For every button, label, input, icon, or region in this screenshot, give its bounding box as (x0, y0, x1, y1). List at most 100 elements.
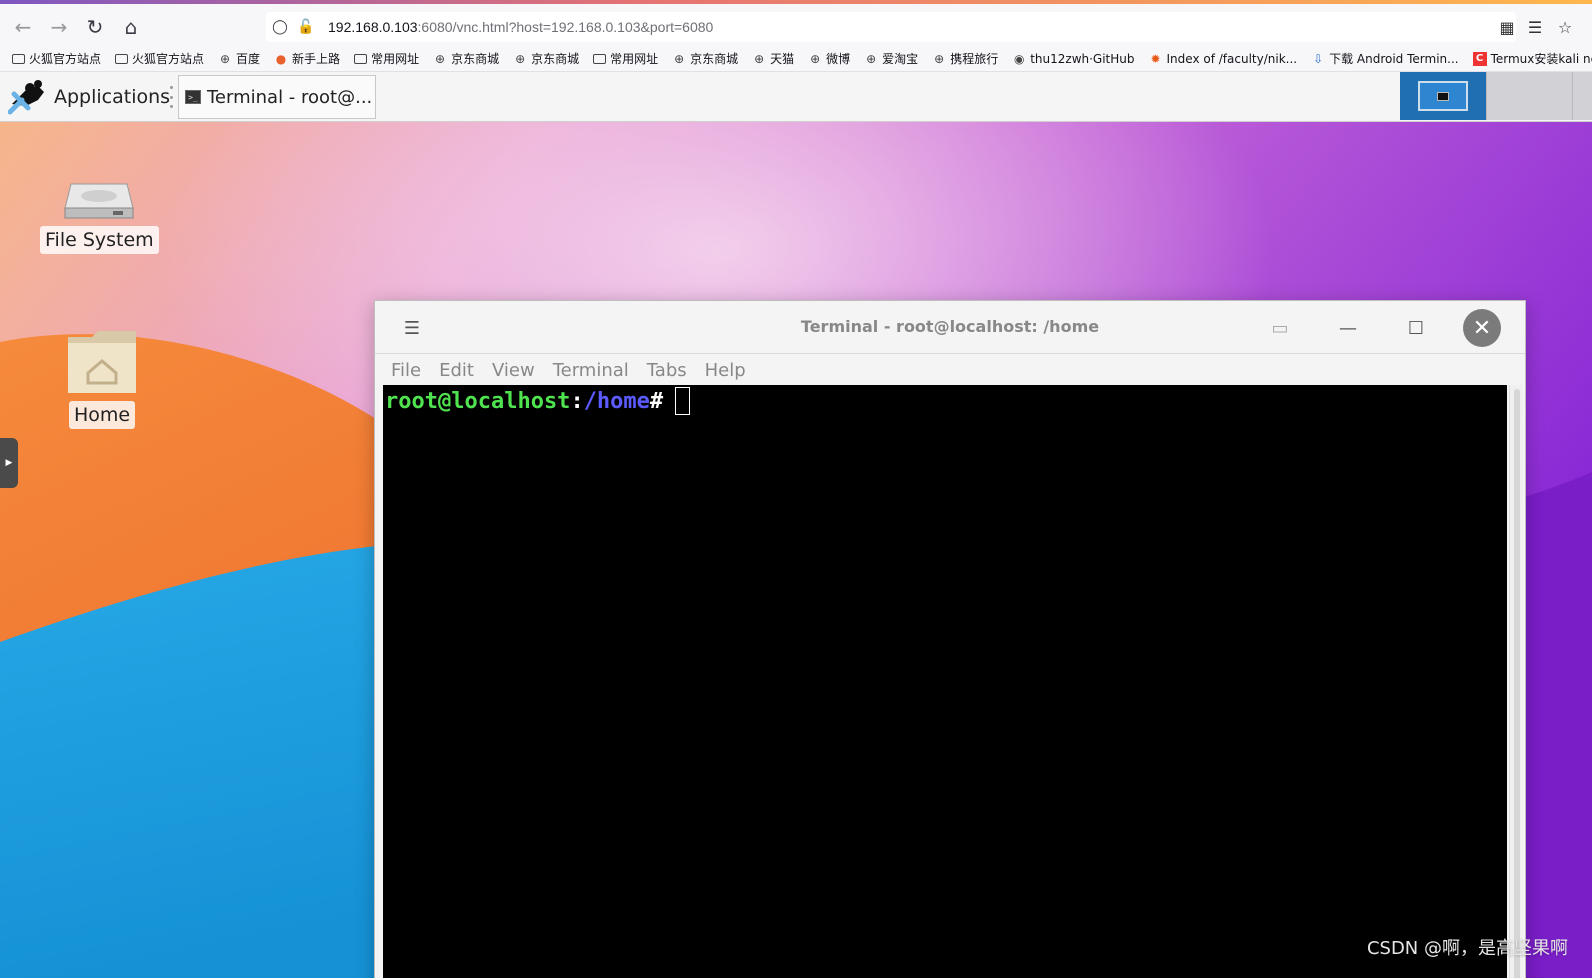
terminal-icon: >_ (185, 90, 201, 104)
bookmark-label: 下载 Android Termin... (1329, 52, 1459, 66)
bookmark-label: 火狐官方站点 (132, 52, 205, 66)
vnc-sidebar-handle[interactable]: ▶ (0, 438, 18, 488)
menu-help[interactable]: Help (705, 360, 746, 381)
globe-icon: ⊕ (515, 51, 526, 66)
firefox-icon: ● (275, 51, 287, 66)
terminal-window: ☰ Terminal - root@localhost: /home ▭ — ☐… (374, 300, 1526, 978)
prompt-colon: : (570, 389, 584, 414)
bookmark-label: 京东商城 (531, 52, 580, 66)
xfce-mouse-icon (8, 80, 44, 115)
bookmark-item[interactable]: ● 新手上路 (274, 50, 340, 67)
bookmark-item[interactable]: ⊕ 携程旅行 (932, 50, 998, 67)
menu-file[interactable]: File (391, 360, 421, 381)
bookmark-item[interactable]: ⊕ 京东商城 (672, 50, 738, 67)
taskbar-terminal-label: Terminal - root@... (207, 86, 373, 108)
bookmark-label: 爱淘宝 (882, 52, 919, 66)
bookmark-item[interactable]: ⊕ 天猫 (752, 50, 794, 67)
panel-separator (170, 86, 174, 108)
workspace-2-button[interactable] (1486, 72, 1572, 120)
desktop-icon-home[interactable]: Home (66, 327, 138, 429)
globe-icon: ⊕ (674, 51, 685, 66)
menu-terminal[interactable]: Terminal (553, 360, 629, 381)
bookmarks-bar: 火狐官方站点 火狐官方站点 ⊕ 百度 ● 新手上路 常用网址 ⊕ 京东商城 ⊕ 京东商城 常用网址 ⊕ 京… (0, 46, 1592, 72)
bookmark-label: 携程旅行 (950, 52, 999, 66)
workspace-preview (1418, 81, 1468, 111)
forward-arrow-icon[interactable]: → (46, 14, 72, 40)
bookmark-label: 常用网址 (371, 52, 420, 66)
folder-icon (354, 53, 368, 64)
globe-icon: ⊕ (754, 51, 765, 66)
globe-icon: ⊕ (435, 51, 446, 66)
mini-window-icon (1437, 91, 1449, 101)
prompt-path: /home (583, 389, 650, 414)
taskbar-terminal-button[interactable]: >_ Terminal - root@... (178, 75, 376, 119)
prompt-user: root@localhost (385, 389, 571, 414)
folder-icon (593, 53, 607, 64)
bookmark-item[interactable]: 常用网址 (354, 50, 419, 67)
bookmark-label: thu12zwh·GitHub (1030, 51, 1135, 66)
bookmark-label: 京东商城 (451, 52, 500, 66)
url-path: :6080/vnc.html?host=192.168.0.103&port=6… (417, 19, 714, 35)
bookmark-item[interactable]: 火狐官方站点 (115, 50, 204, 67)
bookmark-item[interactable]: ✹ Index of /faculty/nik... (1149, 52, 1297, 66)
bookmark-item[interactable]: ◉ thu12zwh·GitHub (1012, 51, 1135, 66)
hard-drive-icon (64, 183, 134, 219)
back-arrow-icon[interactable]: ← (10, 14, 36, 40)
reload-icon[interactable]: ↻ (82, 14, 108, 40)
globe-icon: ⊕ (934, 51, 945, 66)
prompt-hash: # (649, 389, 664, 414)
qr-code-icon[interactable]: ▦ (1496, 16, 1518, 38)
menu-view[interactable]: View (492, 360, 535, 381)
home-icon[interactable]: ⌂ (118, 14, 144, 40)
url-text[interactable]: 192.168.0.103:6080/vnc.html?host=192.168… (328, 19, 713, 35)
bookmark-item[interactable]: 火狐官方站点 (12, 50, 101, 67)
bookmark-label: 常用网址 (610, 52, 659, 66)
terminal-scrollbar[interactable] (1509, 385, 1523, 978)
terminal-output[interactable]: root@localhost:/home# (383, 385, 1507, 978)
bookmark-item[interactable]: ⊕ 京东商城 (513, 50, 579, 67)
address-bar[interactable]: ◯ 🔓 192.168.0.103:6080/vnc.html?host=192… (266, 12, 1516, 42)
applications-menu[interactable]: Applications (8, 77, 170, 117)
text-cursor (675, 387, 691, 415)
browser-toolbar: ← → ↻ ⌂ ◯ 🔓 192.168.0.103:6080/vnc.html?… (0, 0, 1592, 46)
shade-icon[interactable]: ▭ (1267, 315, 1293, 341)
globe-icon: ⊕ (220, 51, 231, 66)
bookmark-label: 百度 (236, 52, 261, 66)
insecure-lock-icon[interactable]: 🔓 (296, 17, 316, 37)
bookmark-label: 天猫 (770, 52, 795, 66)
shield-icon[interactable]: ◯ (270, 17, 290, 37)
github-icon: ◉ (1013, 51, 1025, 66)
terminal-titlebar[interactable]: ☰ Terminal - root@localhost: /home ▭ — ☐… (375, 301, 1525, 354)
bookmark-item[interactable]: 常用网址 (593, 50, 658, 67)
xfce-panel: Applications >_ Terminal - root@... (0, 72, 1592, 122)
star-icon[interactable]: ☆ (1554, 16, 1576, 38)
minimize-icon[interactable]: — (1335, 315, 1361, 341)
bookmark-item[interactable]: ⊕ 爱淘宝 (864, 50, 918, 67)
menu-tabs[interactable]: Tabs (647, 360, 687, 381)
download-icon: ⇩ (1313, 51, 1324, 66)
close-icon[interactable]: ✕ (1463, 309, 1501, 347)
menu-edit[interactable]: Edit (439, 360, 474, 381)
workspace-3-button[interactable] (1572, 72, 1592, 120)
globe-icon: ⊕ (866, 51, 877, 66)
workspace-1-button[interactable] (1400, 72, 1486, 120)
folder-icon (115, 53, 129, 64)
url-host: 192.168.0.103 (328, 19, 418, 35)
desktop-icon-filesystem[interactable]: File System (40, 174, 159, 254)
terminal-menubar: File Edit View Terminal Tabs Help (375, 355, 1525, 385)
bookmark-label: 微博 (826, 52, 851, 66)
bookmark-label: Termux安装kali ne (1490, 52, 1592, 66)
desktop-icon-label: Home (68, 401, 136, 429)
scrollbar-thumb[interactable] (1514, 389, 1520, 978)
desktop: File System Home ▶ ☰ Terminal - root@loc… (0, 122, 1592, 978)
bookmark-item[interactable]: ⊕ 京东商城 (433, 50, 499, 67)
bookmark-label: 新手上路 (292, 52, 341, 66)
home-folder-icon (68, 331, 136, 393)
bookmark-item[interactable]: ⊕ 微博 (808, 50, 850, 67)
translate-icon[interactable]: ☰ (1524, 16, 1546, 38)
bookmark-item[interactable]: ⊕ 百度 (218, 50, 260, 67)
bookmark-item[interactable]: C Termux安装kali ne (1472, 50, 1592, 67)
maximize-icon[interactable]: ☐ (1403, 315, 1429, 341)
bookmark-label: 火狐官方站点 (29, 52, 102, 66)
bookmark-item[interactable]: ⇩ 下载 Android Termin... (1311, 50, 1459, 67)
